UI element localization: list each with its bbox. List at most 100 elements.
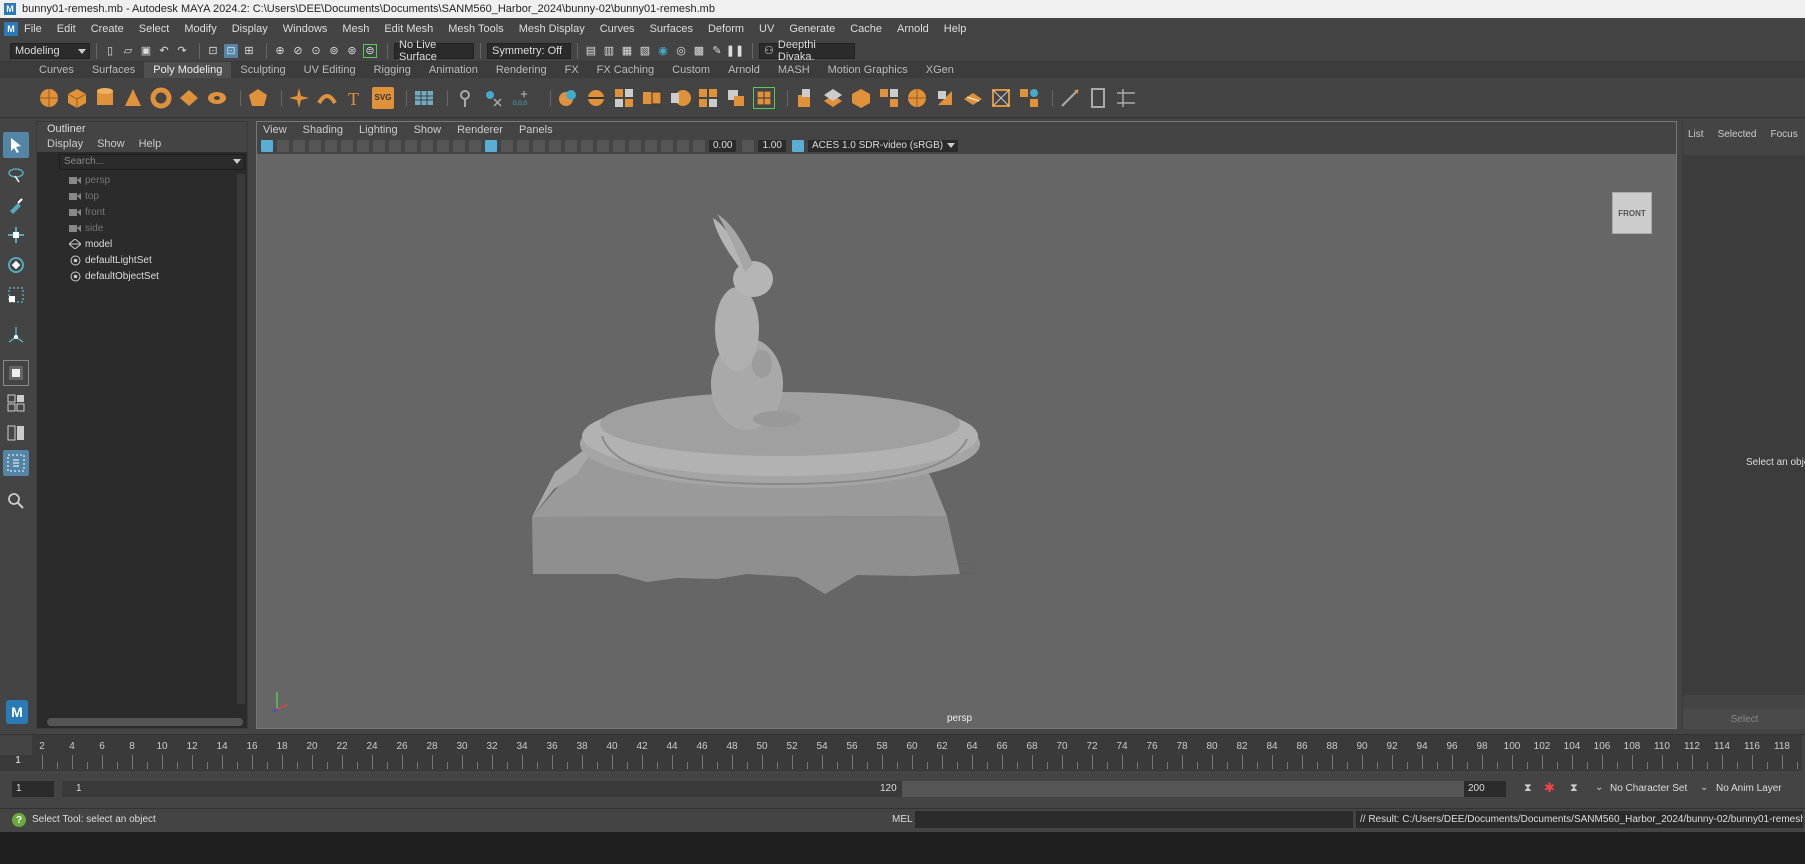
mirror-icon[interactable] (697, 87, 719, 109)
extract-icon[interactable] (725, 87, 747, 109)
menu-edit[interactable]: Edit (57, 23, 76, 35)
menu-file[interactable]: File (24, 23, 42, 35)
menu-edit-mesh[interactable]: Edit Mesh (384, 23, 433, 35)
arnold-tool-icon[interactable]: ✎ (710, 44, 724, 58)
menu-deform[interactable]: Deform (708, 23, 744, 35)
arnold-ipr-icon[interactable]: ▩ (692, 44, 706, 58)
select-tool-icon[interactable] (3, 132, 29, 158)
chevron-down-icon[interactable]: ⌄ (1700, 782, 1708, 793)
time-slider[interactable]: 2 4 6 8 10 12 14 16 18 20 22 24 26 28 30 32 34 36 38 40 42 44… (0, 734, 1805, 771)
target-weld-icon[interactable] (990, 87, 1012, 109)
poly-cone-icon[interactable] (122, 87, 144, 109)
shelf-tab-curves[interactable]: Curves (30, 62, 83, 78)
field-chart-icon[interactable] (421, 140, 433, 152)
svg-tool-icon[interactable]: SVG (372, 86, 394, 109)
shelf-tab-arnold[interactable]: Arnold (719, 62, 769, 78)
shadows-icon[interactable] (549, 140, 561, 152)
symmetry-dropdown[interactable]: Symmetry: Off (487, 42, 571, 59)
snap-view-icon[interactable]: ⊚ (327, 44, 341, 58)
snap-live-icon[interactable]: ⊜ (363, 43, 377, 58)
anti-aliasing-icon[interactable] (597, 140, 609, 152)
pause-icon[interactable]: ❚❚ (726, 44, 744, 58)
tab-selected[interactable]: Selected (1718, 129, 1757, 140)
textured-icon[interactable] (517, 140, 529, 152)
render-frame-icon[interactable]: ▥ (602, 44, 616, 58)
viewport-menu-view[interactable]: View (263, 124, 287, 136)
four-view-layout-icon[interactable] (3, 390, 29, 416)
view-transform-dropdown[interactable]: ACES 1.0 SDR-video (sRGB) (807, 140, 958, 152)
super-shape-icon[interactable] (288, 87, 310, 109)
xray-joints-icon[interactable] (661, 140, 673, 152)
poly-plane-icon[interactable] (178, 87, 200, 109)
outliner-menu-help[interactable]: Help (139, 138, 162, 150)
3d-viewport[interactable]: FRONT persp (257, 154, 1676, 728)
menu-uv[interactable]: UV (759, 23, 774, 35)
boolean-icon[interactable] (641, 87, 663, 109)
outliner-item-top[interactable]: top (37, 188, 247, 204)
viewport-menu-renderer[interactable]: Renderer (457, 124, 503, 136)
film-gate-icon[interactable] (373, 140, 385, 152)
end-frame-field[interactable]: 200 (1464, 781, 1506, 797)
menu-mesh[interactable]: Mesh (342, 23, 369, 35)
shelf-tab-rendering[interactable]: Rendering (486, 62, 556, 78)
platonic-solid-icon[interactable] (247, 87, 269, 109)
wireframe-on-shaded-icon[interactable] (501, 140, 513, 152)
screen-space-ao-icon[interactable] (565, 140, 577, 152)
bevel-icon[interactable] (850, 87, 872, 109)
time-slider-track[interactable]: 2 4 6 8 10 12 14 16 18 20 22 24 26 28 30 32 34 36 38 40 42 44… (32, 735, 1802, 771)
select-hierarchy-icon[interactable]: ⊡ (206, 44, 220, 58)
snap-together-icon[interactable] (482, 87, 504, 109)
character-set-dropdown[interactable]: No Character Set (1610, 781, 1690, 797)
shelf-tab-rigging[interactable]: Rigging (364, 62, 420, 78)
menu-curves[interactable]: Curves (600, 23, 635, 35)
outliner-horizontal-scrollbar[interactable] (47, 718, 243, 726)
menuset-dropdown[interactable]: Modeling (10, 42, 90, 59)
hypershade-icon[interactable]: ◉ (656, 44, 670, 58)
scale-tool-icon[interactable] (3, 282, 29, 308)
camera-attributes-icon[interactable] (277, 140, 289, 152)
lasso-tool-icon[interactable] (3, 162, 29, 188)
shelf-tab-poly-modeling[interactable]: Poly Modeling (144, 62, 232, 78)
redo-icon[interactable]: ↷ (175, 44, 189, 58)
start-frame-field[interactable]: 1 (12, 781, 54, 797)
viewport-menu-panels[interactable]: Panels (519, 124, 553, 136)
snap-grid-icon[interactable]: ⊕ (273, 44, 287, 58)
poly-sphere-icon[interactable] (38, 87, 60, 109)
menu-modify[interactable]: Modify (184, 23, 216, 35)
mel-label[interactable]: MEL (892, 814, 913, 825)
xray-icon[interactable] (645, 140, 657, 152)
measure-icon[interactable] (454, 87, 476, 109)
safe-title-icon[interactable] (453, 140, 465, 152)
menu-select[interactable]: Select (139, 23, 170, 35)
shelf-tab-sculpting[interactable]: Sculpting (231, 62, 295, 78)
bridge-edge-icon[interactable] (822, 87, 844, 109)
outliner-menu-display[interactable]: Display (47, 138, 83, 150)
snap-curve-icon[interactable]: ⊘ (291, 44, 305, 58)
grid-icon[interactable] (357, 140, 369, 152)
search-icon[interactable] (3, 488, 29, 514)
model-mesh[interactable] (532, 214, 980, 594)
menu-display[interactable]: Display (232, 23, 268, 35)
two-view-layout-icon[interactable] (3, 420, 29, 446)
shelf-tab-fx[interactable]: FX (555, 62, 588, 78)
menu-cache[interactable]: Cache (850, 23, 882, 35)
mash-network-icon[interactable] (413, 87, 435, 109)
grease-pencil-icon[interactable] (341, 140, 353, 152)
poly-cylinder-icon[interactable] (94, 87, 116, 109)
menu-arnold[interactable]: Arnold (897, 23, 929, 35)
maya-home-icon[interactable]: M (6, 700, 28, 724)
xray-components-icon[interactable] (677, 140, 689, 152)
outliner-item-persp[interactable]: persp (37, 172, 247, 188)
sweep-mesh-icon[interactable] (316, 87, 338, 109)
select-camera-icon[interactable] (261, 140, 273, 152)
live-surface-field[interactable]: No Live Surface (394, 39, 474, 63)
isolate-select-icon[interactable] (629, 140, 641, 152)
undo-icon[interactable]: ↶ (157, 44, 171, 58)
append-polygon-icon[interactable] (878, 87, 900, 109)
shelf-tab-uv-editing[interactable]: UV Editing (294, 62, 365, 78)
range-slider[interactable]: 1 120 (62, 781, 1464, 797)
shelf-tab-mash[interactable]: MASH (768, 62, 819, 78)
shelf-tab-custom[interactable]: Custom (663, 62, 720, 78)
arnold-render-icon[interactable]: ◎ (674, 44, 688, 58)
poly-cube-icon[interactable] (66, 87, 88, 109)
